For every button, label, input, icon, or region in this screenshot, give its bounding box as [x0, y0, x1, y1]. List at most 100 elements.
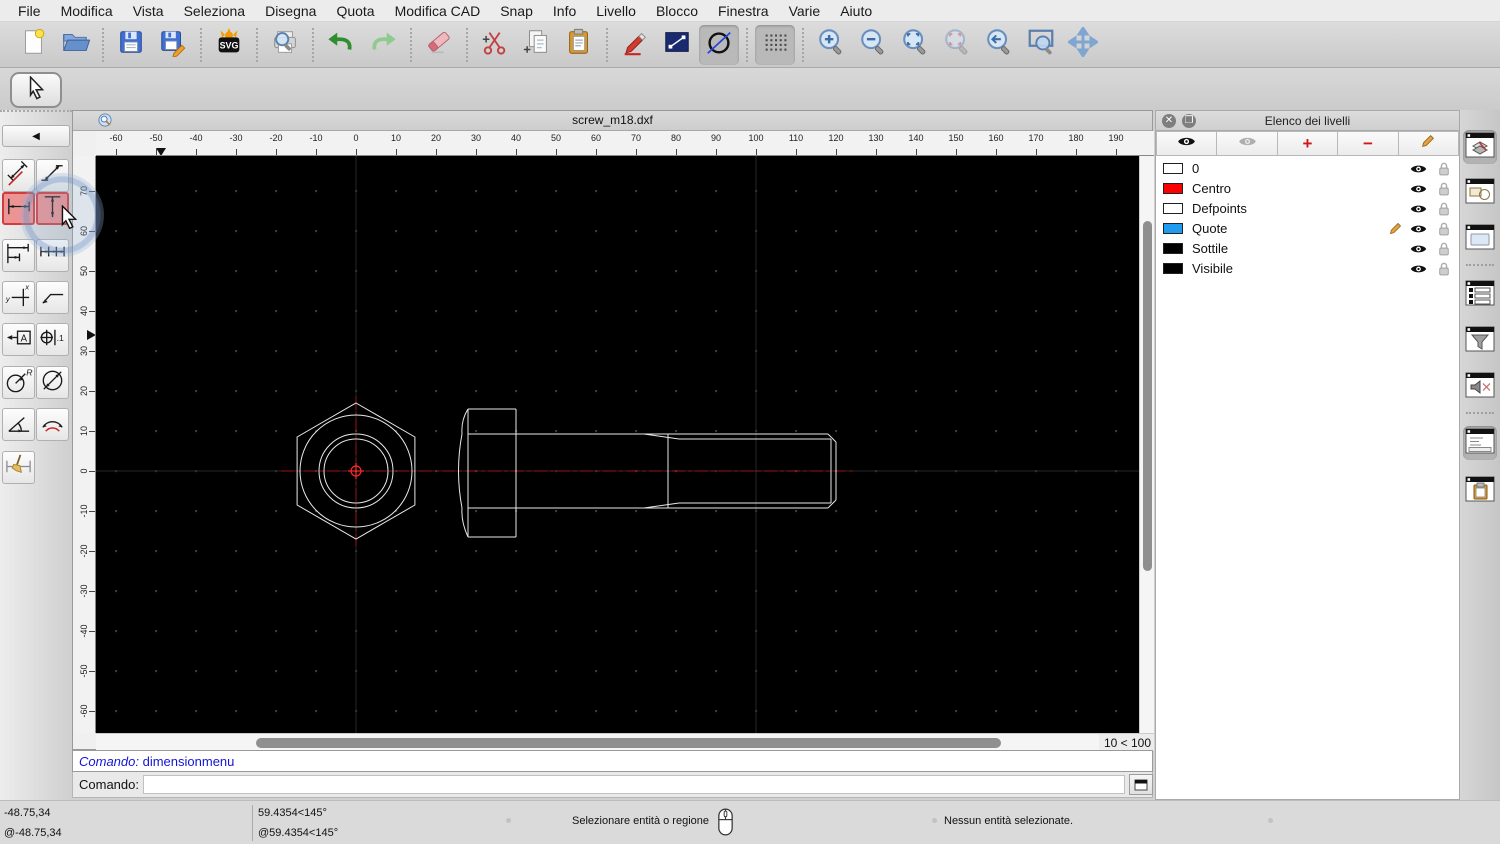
pan-view-icon: [1066, 25, 1100, 62]
menu-item-modifica[interactable]: Modifica: [51, 3, 123, 19]
menu-item-vista[interactable]: Vista: [123, 3, 174, 19]
toolbar-export-svg-button[interactable]: SVG: [209, 25, 249, 65]
toolbar-zoom-in-button[interactable]: [811, 25, 851, 65]
menu-item-modifica-cad[interactable]: Modifica CAD: [385, 3, 491, 19]
layer-row-sottile[interactable]: Sottile: [1156, 238, 1459, 258]
v-ruler-label: 70: [79, 186, 89, 197]
panel-view-toggle-button[interactable]: [1463, 370, 1497, 404]
layer-color-swatch[interactable]: [1163, 242, 1183, 254]
selection-tool-button[interactable]: [10, 72, 62, 108]
document-titlebar[interactable]: screw_m18.dxf: [73, 111, 1152, 131]
remove-layer-button[interactable]: −: [1338, 131, 1399, 156]
toolbar-save-button[interactable]: [111, 25, 151, 65]
toolbar-cut-button[interactable]: [475, 25, 515, 65]
layer-row-defpoints[interactable]: Defpoints: [1156, 198, 1459, 218]
menu-item-varie[interactable]: Varie: [779, 3, 831, 19]
toolbar-line-properties-button[interactable]: [657, 25, 697, 65]
toolbar-save-as-button[interactable]: [153, 25, 193, 65]
menu-item-seleziona[interactable]: Seleziona: [174, 3, 256, 19]
menu-item-snap[interactable]: Snap: [490, 3, 543, 19]
h-ruler-label: 150: [948, 133, 964, 143]
dim-horizontal-button[interactable]: [2, 192, 35, 225]
menu-item-blocco[interactable]: Blocco: [646, 3, 708, 19]
layer-color-swatch[interactable]: [1163, 182, 1183, 194]
layer-lock-icon[interactable]: [1438, 261, 1450, 281]
dim-regenerate-button[interactable]: [2, 451, 35, 484]
layer-row-centro[interactable]: Centro: [1156, 178, 1459, 198]
add-layer-button[interactable]: +: [1277, 131, 1339, 156]
dim-aligned-button[interactable]: [2, 159, 35, 192]
toolbar-zoom-previous-button[interactable]: [979, 25, 1019, 65]
toolbar-pan-view-button[interactable]: [1063, 25, 1103, 65]
toolbar-redo-button[interactable]: [363, 25, 403, 65]
panel-layer-list-button[interactable]: [1463, 130, 1497, 164]
svg-text:SVG: SVG: [220, 41, 239, 51]
dim-angular-button[interactable]: [2, 408, 35, 441]
horizontal-scroll-thumb[interactable]: [256, 738, 1001, 748]
menu-item-quota[interactable]: Quota: [326, 3, 384, 19]
hide-all-layers-button[interactable]: [1217, 131, 1278, 156]
toolbar-ellipse-tool-button[interactable]: [699, 24, 739, 65]
panel-command-line-button[interactable]: [1463, 426, 1497, 460]
menu-item-finestra[interactable]: Finestra: [708, 3, 779, 19]
layer-color-swatch[interactable]: [1163, 202, 1183, 214]
dim-continue-button[interactable]: [36, 239, 69, 272]
panel-library-browser-button[interactable]: [1463, 222, 1497, 256]
toolbar-undo-button[interactable]: [321, 25, 361, 65]
toolbar-zoom-window-button[interactable]: [1021, 25, 1061, 65]
toolbar-delete-eraser-button[interactable]: [419, 25, 459, 65]
panel-command-line-icon: [1465, 428, 1495, 459]
layer-visibility-eye-icon[interactable]: [1410, 262, 1427, 280]
vertical-scrollbar[interactable]: [1139, 156, 1154, 733]
command-expand-button[interactable]: [1129, 774, 1153, 795]
dim-arc-button[interactable]: [36, 408, 69, 441]
show-all-layers-button[interactable]: [1156, 131, 1218, 156]
drawing-canvas[interactable]: [96, 156, 1139, 733]
toolbar-zoom-out-button[interactable]: [853, 25, 893, 65]
toolbar-grid-toggle-button[interactable]: [755, 24, 795, 65]
panel-property-list-button[interactable]: [1463, 278, 1497, 312]
panel-clipboard-button[interactable]: [1463, 474, 1497, 508]
horizontal-scrollbar[interactable]: [96, 733, 1099, 751]
layer-color-swatch[interactable]: [1163, 162, 1183, 174]
dim-leader-button[interactable]: [36, 281, 69, 314]
layer-color-swatch[interactable]: [1163, 262, 1183, 274]
cad-drawing[interactable]: [96, 156, 1139, 733]
edit-layer-button[interactable]: [1398, 131, 1460, 156]
status-indicator-dot: [932, 818, 937, 823]
command-input[interactable]: [143, 775, 1125, 794]
toolbar-copy-button[interactable]: [517, 25, 557, 65]
layer-row-visibile[interactable]: Visibile: [1156, 258, 1459, 278]
menu-item-disegna[interactable]: Disegna: [255, 3, 326, 19]
layer-color-swatch[interactable]: [1163, 222, 1183, 234]
toolbar-new-file-button[interactable]: [13, 25, 53, 65]
dim-label-button[interactable]: A: [2, 323, 35, 356]
menu-item-info[interactable]: Info: [543, 3, 586, 19]
toolbar-paste-button[interactable]: [559, 25, 599, 65]
menu-item-aiuto[interactable]: Aiuto: [830, 3, 882, 19]
toolbar-zoom-auto-button[interactable]: [895, 25, 935, 65]
menu-item-file[interactable]: File: [8, 3, 51, 19]
layer-row-0[interactable]: 0: [1156, 158, 1459, 178]
panel-block-list-button[interactable]: [1463, 176, 1497, 210]
dim-radial-button[interactable]: R: [2, 366, 35, 399]
menu-item-livello[interactable]: Livello: [586, 3, 646, 19]
dim-diametric-button[interactable]: [36, 366, 69, 399]
dim-baseline-button[interactable]: [2, 239, 35, 272]
dim-arc-icon: [38, 408, 67, 442]
h-ruler-label: 110: [788, 133, 804, 143]
dim-vertical-button[interactable]: [36, 192, 69, 225]
dock-back-button[interactable]: ◀: [2, 125, 70, 147]
toolbar-draw-pencil-button[interactable]: [615, 25, 655, 65]
selection-arrow-icon: [25, 74, 47, 105]
dim-ordinate-button[interactable]: yx: [2, 281, 35, 314]
vertical-scroll-thumb[interactable]: [1143, 221, 1152, 571]
v-ruler-label: -40: [79, 624, 89, 638]
export-svg-icon: SVG: [214, 27, 244, 62]
toolbar-open-file-button[interactable]: [55, 25, 95, 65]
dim-linear-button[interactable]: [36, 159, 69, 192]
toolbar-print-preview-button[interactable]: [265, 25, 305, 65]
panel-selection-filter-button[interactable]: [1463, 324, 1497, 358]
layer-row-quote[interactable]: Quote: [1156, 218, 1459, 238]
dim-tolerance-button[interactable]: .1: [36, 323, 69, 356]
